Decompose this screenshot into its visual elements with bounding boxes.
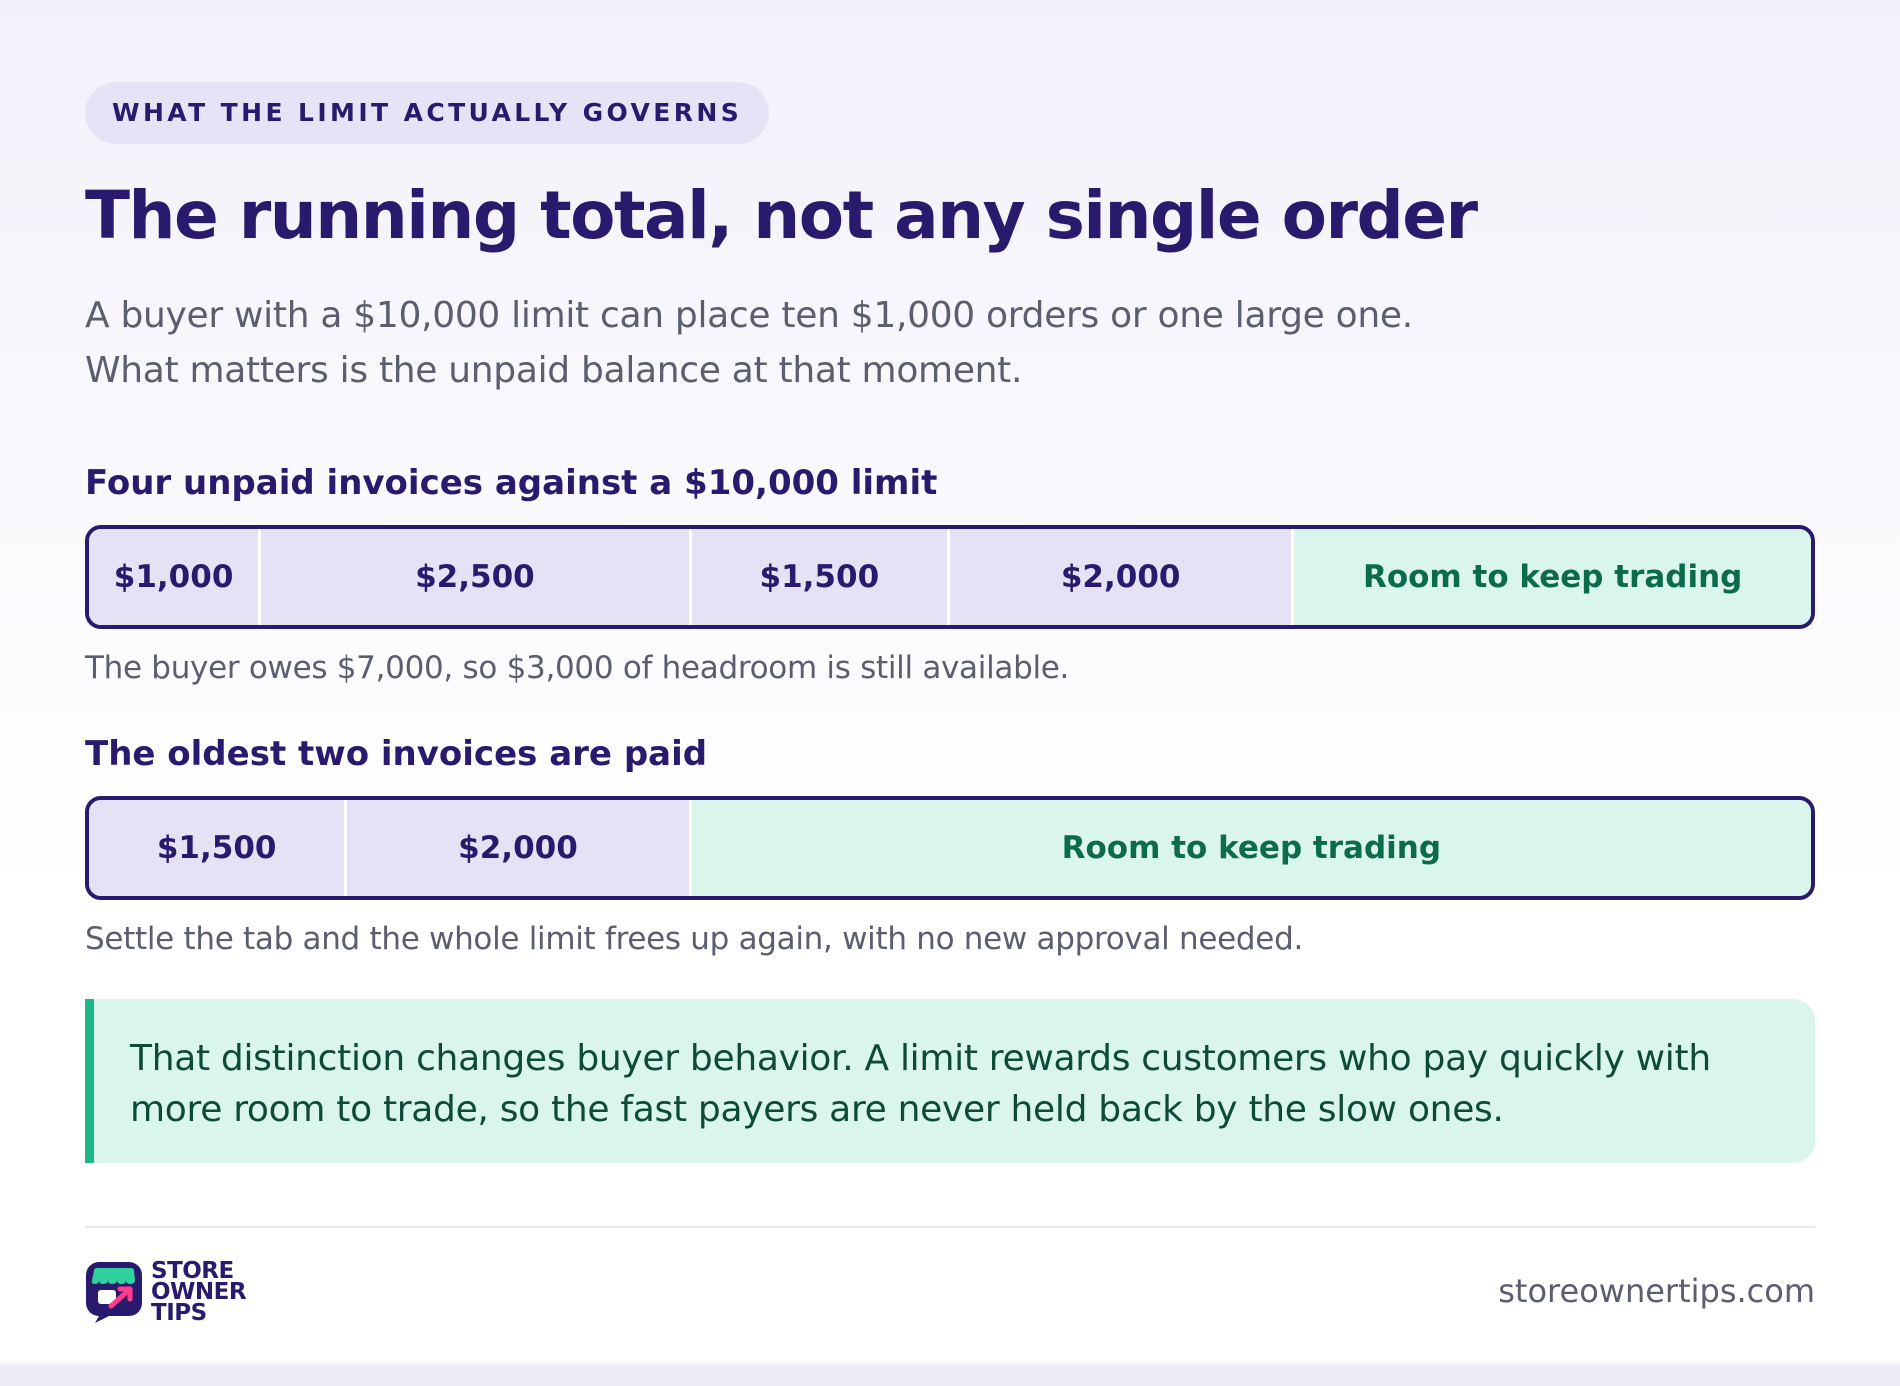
site-url-link[interactable]: storeownertips.com (1498, 1272, 1815, 1310)
logo-wordmark: STORE OWNER TIPS (151, 1259, 247, 1326)
room-segment: Room to keep trading (1294, 529, 1811, 625)
logo-line-3: TIPS (151, 1299, 207, 1326)
chart-1-title: Four unpaid invoices against a $10,000 l… (85, 463, 938, 503)
storefront-logo-icon (86, 1262, 142, 1323)
invoice-segment: $2,000 (347, 800, 692, 896)
eyebrow-pill: WHAT THE LIMIT ACTUALLY GOVERNS (85, 82, 770, 144)
infographic: WHAT THE LIMIT ACTUALLY GOVERNS The runn… (85, 82, 1815, 1324)
page-title: The running total, not any single order (85, 177, 1478, 254)
invoice-segment: $1,500 (89, 800, 348, 896)
invoice-segment: $2,000 (949, 529, 1295, 625)
chart-2-title: The oldest two invoices are paid (85, 734, 708, 774)
footer-divider (85, 1226, 1815, 1228)
brand-logo[interactable]: STORE OWNER TIPS (85, 1259, 247, 1326)
invoice-segment: $1,500 (691, 529, 950, 625)
invoice-segment: $2,500 (261, 529, 692, 625)
chart-1-bar: $1,000 $2,500 $1,500 $2,000 Room to keep tra… (85, 525, 1815, 629)
invoice-segment: $1,000 (89, 529, 262, 625)
chart-2-bar: $1,500 $2,000 Room to keep trading (85, 796, 1815, 900)
callout-box: That distinction changes buyer behavior.… (85, 999, 1815, 1163)
chart-2-caption: Settle the tab and the whole limit frees… (85, 921, 1303, 957)
room-segment: Room to keep trading (691, 800, 1811, 896)
intro-text: A buyer with a $10,000 limit can place t… (85, 295, 1413, 391)
chart-1-caption: The buyer owes $7,000, so $3,000 of head… (85, 650, 1070, 686)
